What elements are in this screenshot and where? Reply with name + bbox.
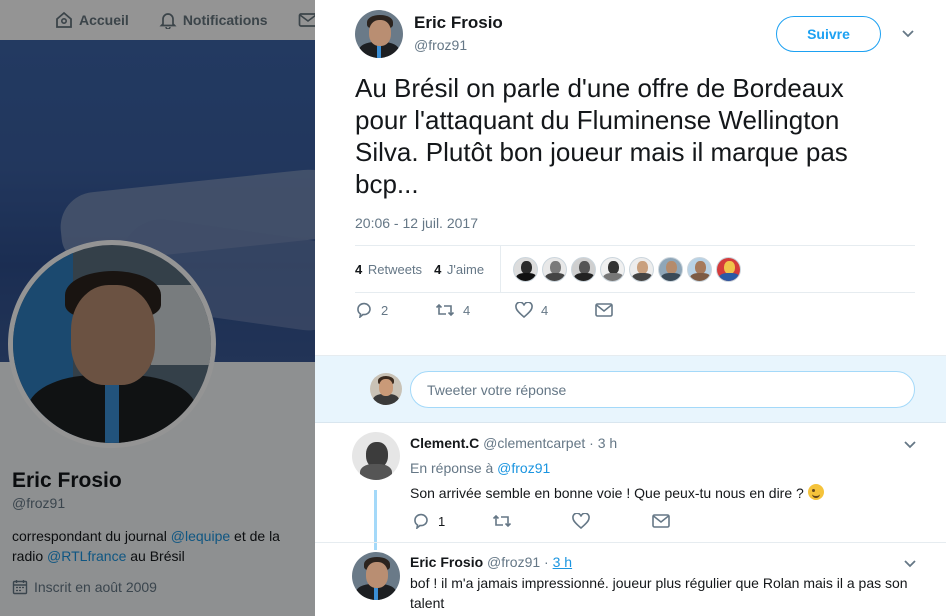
likes-label: J'aime <box>446 261 485 277</box>
reply-action[interactable]: 2 <box>355 302 435 318</box>
chevron-down-icon[interactable] <box>900 25 916 41</box>
reply-text: bof ! il m'a jamais impressionné. joueur… <box>410 575 908 611</box>
thread-connector-line <box>374 490 377 550</box>
reply-time[interactable]: 3 h <box>553 554 572 570</box>
liker-avatar[interactable] <box>716 256 742 282</box>
reply-separator: · <box>589 435 594 451</box>
like-action[interactable] <box>572 513 652 529</box>
liker-avatar[interactable] <box>571 256 597 282</box>
current-user-avatar <box>370 373 402 405</box>
reply-header: Clement.C @clementcarpet · 3 h <box>410 435 617 451</box>
tweet-stats: 4 Retweets 4 J'aime <box>355 245 915 293</box>
wink-emoji-icon <box>807 484 824 500</box>
follow-button[interactable]: Suivre <box>776 16 881 52</box>
like-count: 4 <box>541 302 549 318</box>
liker-avatar[interactable] <box>542 256 568 282</box>
retweets-stat[interactable]: 4 Retweets <box>355 262 422 277</box>
reply-time[interactable]: 3 h <box>598 435 617 451</box>
retweets-count: 4 <box>355 261 363 277</box>
reply-text-content: Son arrivée semble en bonne voie ! Que p… <box>410 485 804 501</box>
retweet-icon <box>435 303 455 317</box>
retweet-action[interactable]: 4 <box>435 302 515 318</box>
like-action[interactable]: 4 <box>515 302 595 318</box>
chevron-down-icon[interactable] <box>902 436 918 452</box>
reply-actions: 1 <box>412 513 732 529</box>
reply-author-avatar[interactable] <box>352 552 400 600</box>
direct-message-action[interactable] <box>652 514 732 528</box>
liker-avatar[interactable] <box>687 256 713 282</box>
liker-avatars <box>513 256 742 282</box>
reply-tweet: Clement.C @clementcarpet · 3 h En répons… <box>315 424 946 544</box>
tweet-author-handle[interactable]: @froz91 <box>414 37 467 53</box>
reply-author-name[interactable]: Clement.C <box>410 435 479 451</box>
reply-composer: Tweeter votre réponse <box>315 355 946 423</box>
reply-count: 2 <box>381 302 389 318</box>
chevron-down-icon[interactable] <box>902 555 918 571</box>
tweet-header: Eric Frosio @froz91 Suivre <box>355 10 916 60</box>
liker-avatar[interactable] <box>513 256 539 282</box>
likes-stat[interactable]: 4 J'aime <box>434 262 484 277</box>
retweet-icon <box>492 514 512 528</box>
liker-avatar[interactable] <box>658 256 684 282</box>
reply-context: En réponse à @froz91 <box>410 460 550 476</box>
reply-icon <box>357 302 371 318</box>
reply-action[interactable]: 1 <box>412 513 492 529</box>
reply-context-prefix: En réponse à <box>410 460 498 476</box>
reply-context-link[interactable]: @froz91 <box>497 460 550 476</box>
reply-icon <box>414 513 428 529</box>
tweet-author-name[interactable]: Eric Frosio <box>414 13 503 33</box>
retweet-count: 4 <box>463 302 471 318</box>
envelope-icon <box>652 514 670 528</box>
heart-icon <box>572 513 590 529</box>
retweet-action[interactable] <box>492 513 572 529</box>
reply-input[interactable]: Tweeter votre réponse <box>410 371 915 408</box>
reply-separator: · <box>544 554 549 570</box>
reply-count: 1 <box>438 513 446 529</box>
tweet-author-avatar[interactable] <box>355 10 403 58</box>
reply-author-handle[interactable]: @froz91 <box>487 554 540 570</box>
likes-count: 4 <box>434 261 442 277</box>
liker-avatar[interactable] <box>629 256 655 282</box>
heart-icon <box>515 302 533 318</box>
tweet-text: Au Brésil on parle d'une offre de Bordea… <box>355 73 848 199</box>
liker-avatar[interactable] <box>600 256 626 282</box>
stats-divider <box>500 245 502 293</box>
reply-text: Son arrivée semble en bonne voie ! Que p… <box>410 483 930 503</box>
tweet-permalink-modal: Eric Frosio @froz91 Suivre Au Brésil on … <box>315 0 946 616</box>
reply-author-name[interactable]: Eric Frosio <box>410 554 483 570</box>
reply-header: Eric Frosio @froz91 · 3 h <box>410 554 572 570</box>
reply-author-avatar[interactable] <box>352 432 400 480</box>
direct-message-action[interactable] <box>595 303 675 317</box>
tweet-timestamp[interactable]: 20:06 - 12 juil. 2017 <box>355 215 478 231</box>
reply-author-handle[interactable]: @clementcarpet <box>483 435 585 451</box>
tweet-actions: 2 4 4 <box>355 302 675 318</box>
retweets-label: Retweets <box>367 261 423 277</box>
envelope-icon <box>595 303 613 317</box>
reply-tweet: Eric Frosio @froz91 · 3 h bof ! il m'a j… <box>315 543 946 616</box>
